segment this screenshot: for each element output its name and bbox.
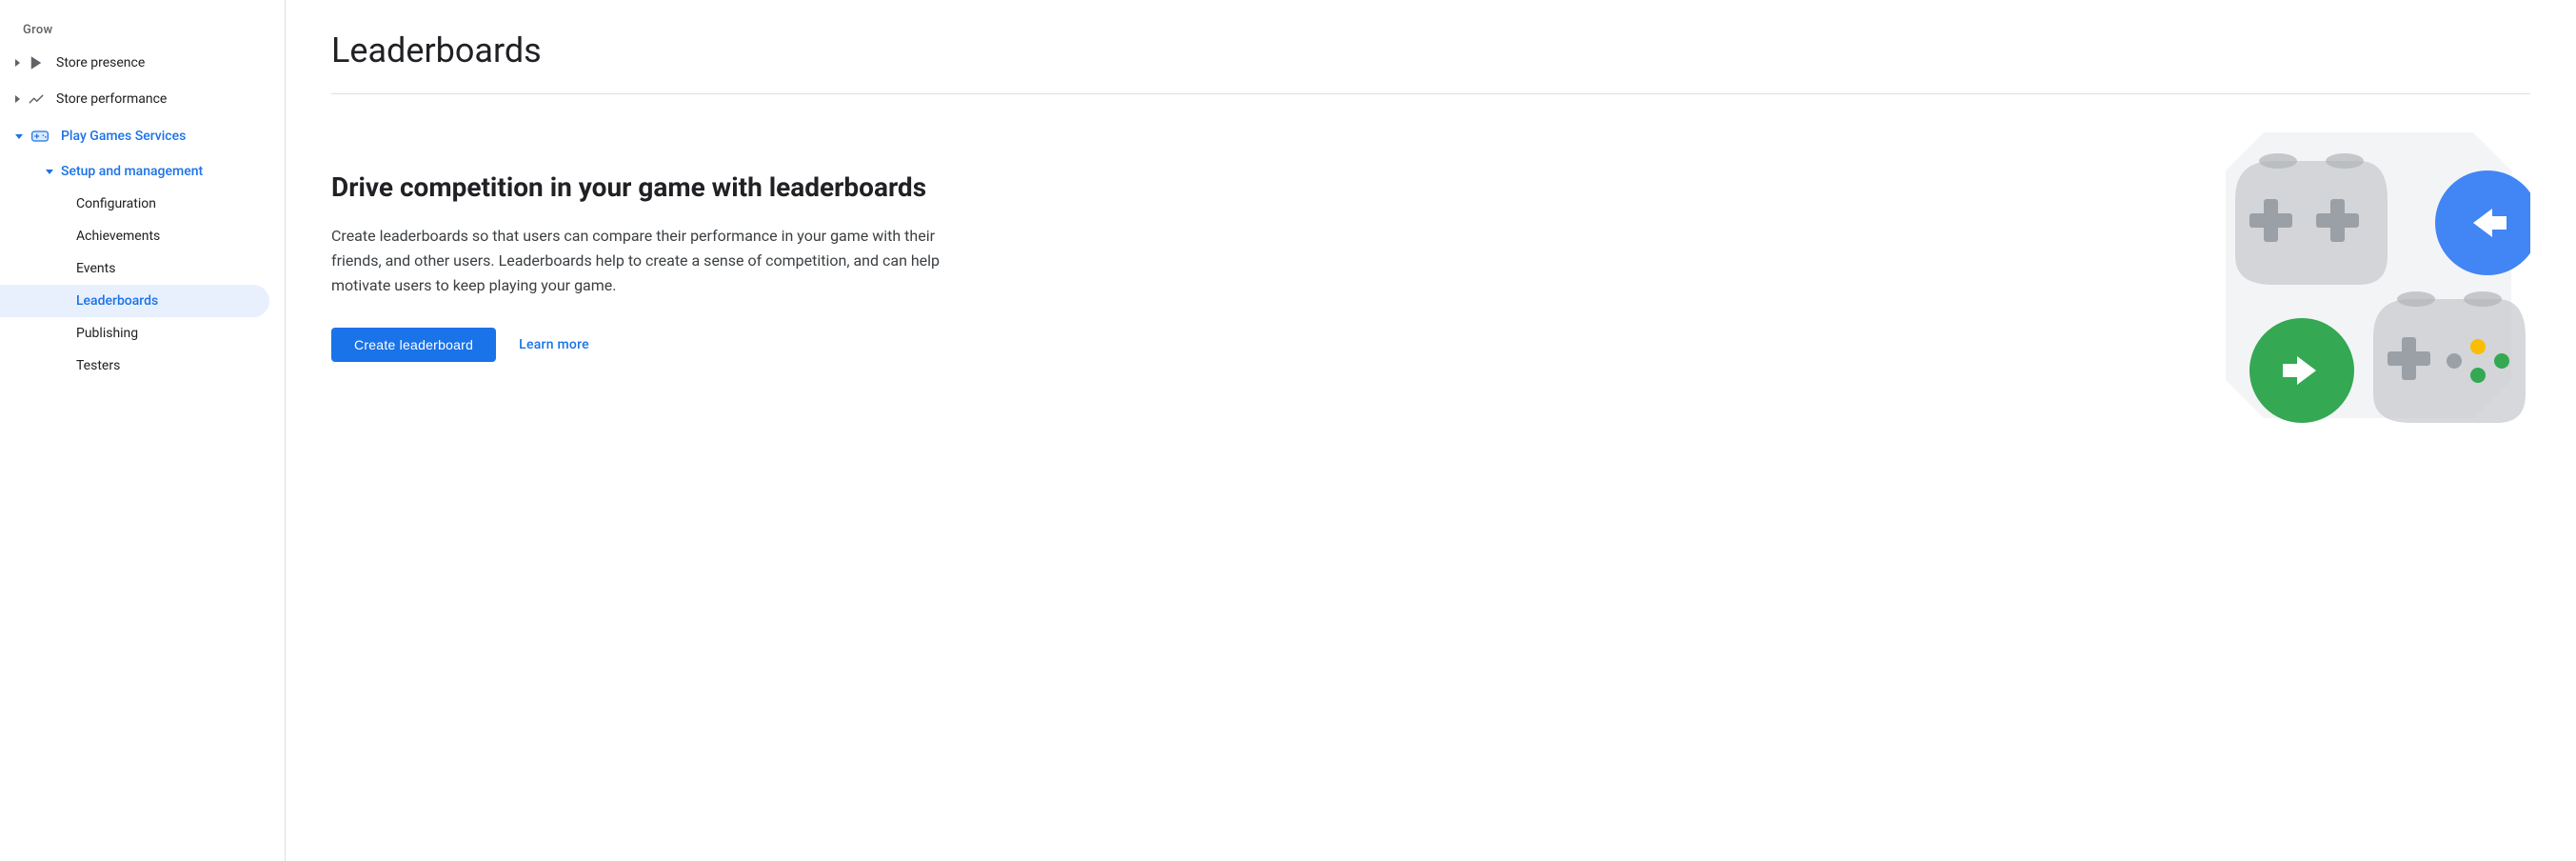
grow-section-label: Grow	[0, 15, 285, 45]
chevron-down-icon-pgs	[15, 134, 23, 139]
sidebar-item-play-games-services[interactable]: Play Games Services	[0, 117, 269, 155]
sidebar-item-setup-management[interactable]: Setup and management	[0, 155, 269, 188]
sidebar-item-label-leaderboards: Leaderboards	[76, 293, 158, 309]
page-title: Leaderboards	[331, 30, 2530, 70]
sidebar-item-label-configuration: Configuration	[76, 196, 156, 211]
play-games-services-icon	[30, 127, 50, 146]
sidebar-item-label-publishing: Publishing	[76, 326, 138, 341]
chevron-down-icon-setup	[46, 170, 53, 174]
sidebar-item-label-store-presence: Store presence	[56, 55, 254, 70]
store-presence-icon	[28, 54, 45, 71]
main-content: Leaderboards Drive competition in your g…	[286, 0, 2576, 861]
sidebar: Grow Store presence Store performance	[0, 0, 286, 861]
sidebar-item-label-store-performance: Store performance	[56, 91, 254, 107]
sidebar-item-store-presence[interactable]: Store presence	[0, 45, 269, 81]
content-section: Drive competition in your game with lead…	[331, 170, 2530, 362]
sidebar-item-label-setup-management: Setup and management	[61, 164, 203, 179]
illustration	[2207, 113, 2530, 456]
sidebar-item-achievements[interactable]: Achievements	[0, 220, 269, 252]
chevron-right-icon-performance	[15, 95, 20, 103]
content-text-block: Drive competition in your game with lead…	[331, 170, 979, 362]
sidebar-item-label-testers: Testers	[76, 358, 120, 373]
sidebar-item-label-events: Events	[76, 261, 115, 276]
content-heading: Drive competition in your game with lead…	[331, 170, 979, 205]
divider	[331, 93, 2530, 94]
sidebar-item-testers[interactable]: Testers	[0, 350, 269, 382]
sidebar-item-configuration[interactable]: Configuration	[0, 188, 269, 220]
chevron-right-icon	[15, 59, 20, 67]
sidebar-item-publishing[interactable]: Publishing	[0, 317, 269, 350]
sidebar-item-label-pgs: Play Games Services	[61, 129, 254, 144]
store-performance-icon	[28, 90, 45, 108]
sidebar-item-store-performance[interactable]: Store performance	[0, 81, 269, 117]
content-description: Create leaderboards so that users can co…	[331, 224, 979, 297]
actions-row: Create leaderboard Learn more	[331, 328, 979, 362]
sidebar-item-leaderboards[interactable]: Leaderboards	[0, 285, 269, 317]
learn-more-link[interactable]: Learn more	[519, 337, 589, 352]
sidebar-item-events[interactable]: Events	[0, 252, 269, 285]
create-leaderboard-button[interactable]: Create leaderboard	[331, 328, 496, 362]
sidebar-item-label-achievements: Achievements	[76, 229, 160, 244]
